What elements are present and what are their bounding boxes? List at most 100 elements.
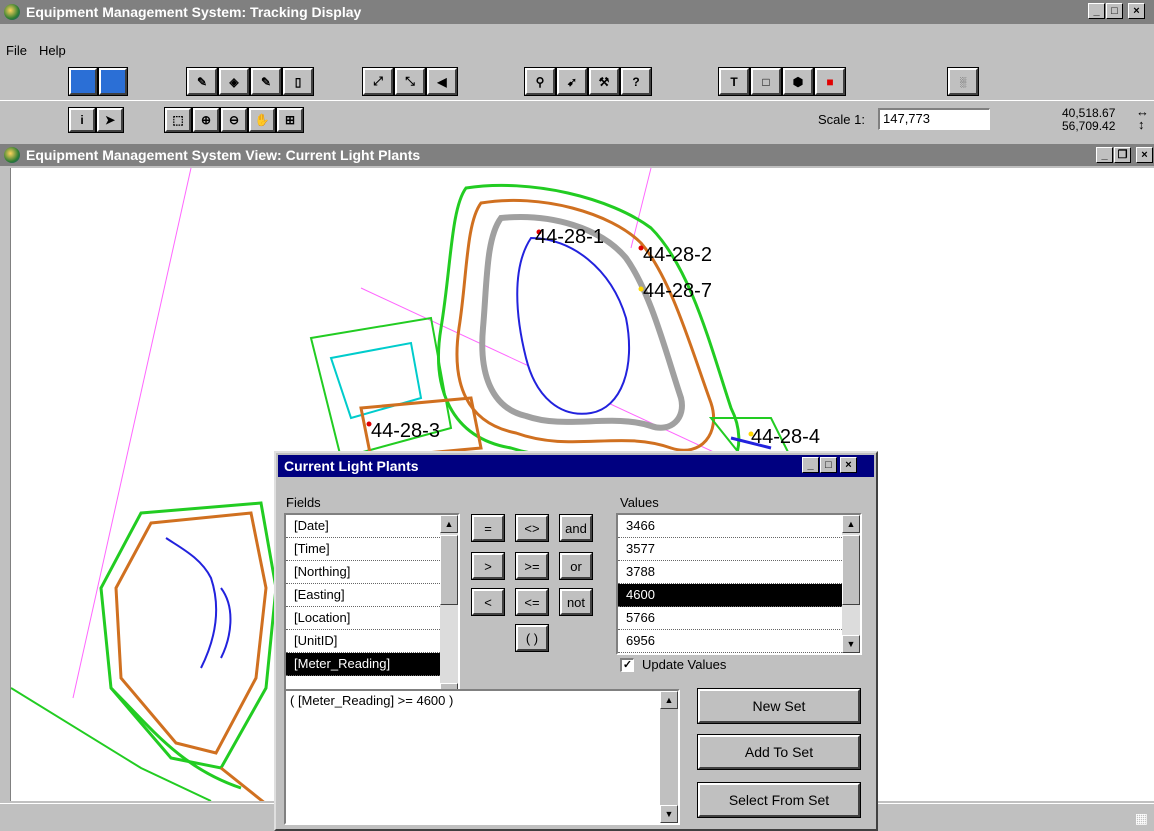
hammer-tool-icon[interactable]: ⚒ — [588, 67, 620, 96]
edit-theme-icon[interactable]: ◈ — [218, 67, 250, 96]
field-item-selected[interactable]: [Meter_Reading] — [286, 653, 458, 676]
op-notequal-button[interactable]: <> — [515, 514, 549, 542]
pan-hand-icon[interactable]: ✋ — [248, 107, 276, 133]
fields-list[interactable]: [Date] [Time] [Northing] [Easting] [Loca… — [284, 513, 460, 703]
view-restore-button[interactable]: ❐ — [1114, 147, 1131, 163]
value-item[interactable]: 3788 — [618, 561, 860, 584]
app-globe-icon — [4, 4, 20, 20]
values-list[interactable]: 3466 3577 3788 4600 5766 6956 ▲ ▼ — [616, 513, 862, 655]
coord-x-readout: 40,518.67 — [1062, 106, 1116, 120]
op-less-button[interactable]: < — [471, 588, 505, 616]
scroll-thumb[interactable] — [842, 535, 860, 605]
op-and-button[interactable]: and — [559, 514, 593, 542]
scroll-down-icon[interactable]: ▼ — [842, 635, 860, 653]
op-parens-button[interactable]: ( ) — [515, 624, 549, 652]
field-item[interactable]: [Time] — [286, 538, 458, 561]
op-not-button[interactable]: not — [559, 588, 593, 616]
menu-help[interactable]: Help — [39, 43, 66, 58]
coord-y-arrow-icon: ↕ — [1138, 117, 1145, 132]
new-set-button[interactable]: New Set — [697, 688, 861, 724]
toolbar-separator — [0, 100, 1154, 101]
zoom-previous-icon[interactable]: ◀ — [426, 67, 458, 96]
view-close-button[interactable]: × — [1136, 147, 1153, 163]
select-from-set-button[interactable]: Select From Set — [697, 782, 861, 818]
value-item[interactable]: 6956 — [618, 630, 860, 653]
layout-red-icon[interactable]: ■ — [814, 67, 846, 96]
dialog-minimize-button[interactable]: _ — [802, 457, 819, 473]
menu-file[interactable]: File — [6, 43, 27, 58]
value-item[interactable]: 5766 — [618, 607, 860, 630]
app-title: Equipment Management System: Tracking Di… — [26, 4, 362, 20]
field-item[interactable]: [Location] — [286, 607, 458, 630]
dialog-close-button[interactable]: × — [840, 457, 857, 473]
value-item[interactable]: 3466 — [618, 515, 860, 538]
find-binoculars-icon[interactable]: ⚲ — [524, 67, 556, 96]
op-greater-button[interactable]: > — [471, 552, 505, 580]
view-minimize-button[interactable]: _ — [1096, 147, 1113, 163]
select-rect-icon[interactable]: ⬚ — [164, 107, 192, 133]
dialog-title-bar: Current Light Plants _ □ × — [278, 455, 874, 477]
zoom-out-icon[interactable]: ⊖ — [220, 107, 248, 133]
minimize-button[interactable]: _ — [1088, 3, 1105, 19]
field-item[interactable]: [Easting] — [286, 584, 458, 607]
map-label[interactable]: 44-28-7 — [643, 280, 712, 303]
pattern-icon[interactable]: ░ — [947, 67, 979, 96]
map-label[interactable]: 44-28-2 — [643, 244, 712, 267]
scroll-thumb[interactable] — [440, 535, 458, 605]
dialog-maximize-button[interactable]: □ — [820, 457, 837, 473]
open-db-icon[interactable] — [68, 67, 98, 96]
field-item[interactable]: [UnitID] — [286, 630, 458, 653]
help-pointer-icon[interactable]: ? — [620, 67, 652, 96]
op-greaterequal-button[interactable]: >= — [515, 552, 549, 580]
map-label[interactable]: 44-28-3 — [371, 420, 440, 443]
scroll-up-icon[interactable]: ▲ — [440, 515, 458, 533]
identify-icon[interactable]: i — [68, 107, 96, 133]
zoom-full-extent-icon[interactable]: ⤢ — [362, 67, 394, 96]
value-item[interactable]: 3577 — [618, 538, 860, 561]
update-values-label: Update Values — [642, 657, 727, 672]
resize-grip-icon: ▦ — [1134, 810, 1148, 826]
field-item[interactable]: [Northing] — [286, 561, 458, 584]
locate-icon[interactable]: ➹ — [556, 67, 588, 96]
map-label[interactable]: 44-28-1 — [535, 226, 604, 249]
scroll-up-icon[interactable]: ▲ — [842, 515, 860, 533]
view-title: Equipment Management System View: Curren… — [26, 147, 421, 163]
map-label[interactable]: 44-28-4 — [751, 426, 820, 449]
zoom-in-icon[interactable]: ⊕ — [192, 107, 220, 133]
fields-scrollbar[interactable]: ▲ ▼ — [440, 515, 458, 701]
scroll-down-icon[interactable]: ▼ — [660, 805, 678, 823]
close-button[interactable]: × — [1128, 3, 1145, 19]
view-globe-icon — [4, 147, 20, 163]
frame-tool-icon[interactable]: □ — [750, 67, 782, 96]
north-arrow-icon[interactable]: ⬢ — [782, 67, 814, 96]
add-to-set-button[interactable]: Add To Set — [697, 734, 861, 770]
scroll-up-icon[interactable]: ▲ — [660, 691, 678, 709]
checkbox-checked-icon[interactable]: ✓ — [620, 657, 634, 672]
text-tool-icon[interactable]: T — [718, 67, 750, 96]
expression-textarea[interactable]: ( [Meter_Reading] >= 4600 ) ▲ ▼ — [284, 689, 680, 825]
dialog-title: Current Light Plants — [284, 458, 419, 474]
edit-layer-icon[interactable]: ✎ — [186, 67, 218, 96]
view-title-bar: Equipment Management System View: Curren… — [0, 144, 1154, 166]
table-icon[interactable]: ▯ — [282, 67, 314, 96]
value-item-selected[interactable]: 4600 — [618, 584, 860, 607]
query-dialog: Current Light Plants _ □ × Fields [Date]… — [274, 451, 878, 831]
values-scrollbar[interactable]: ▲ ▼ — [842, 515, 860, 653]
coord-y-readout: 56,709.42 — [1062, 119, 1116, 133]
edit-legend-icon[interactable]: ✎ — [250, 67, 282, 96]
scale-input[interactable]: 147,773 — [878, 108, 990, 130]
maximize-button[interactable]: □ — [1106, 3, 1123, 19]
field-item[interactable]: [Date] — [286, 515, 458, 538]
menu-bar: File Help — [0, 40, 1154, 60]
op-equal-button[interactable]: = — [471, 514, 505, 542]
expression-scrollbar[interactable]: ▲ ▼ — [660, 691, 678, 823]
op-or-button[interactable]: or — [559, 552, 593, 580]
update-values-checkbox[interactable]: ✓ Update Values — [620, 657, 726, 672]
zoom-selected-icon[interactable]: ⤡ — [394, 67, 426, 96]
expression-text: ( [Meter_Reading] >= 4600 ) — [290, 693, 454, 708]
op-lessequal-button[interactable]: <= — [515, 588, 549, 616]
pointer-icon[interactable]: ➤ — [96, 107, 124, 133]
save-db-icon[interactable] — [98, 67, 128, 96]
measure-icon[interactable]: ⊞ — [276, 107, 304, 133]
app-title-bar: Equipment Management System: Tracking Di… — [0, 0, 1154, 24]
